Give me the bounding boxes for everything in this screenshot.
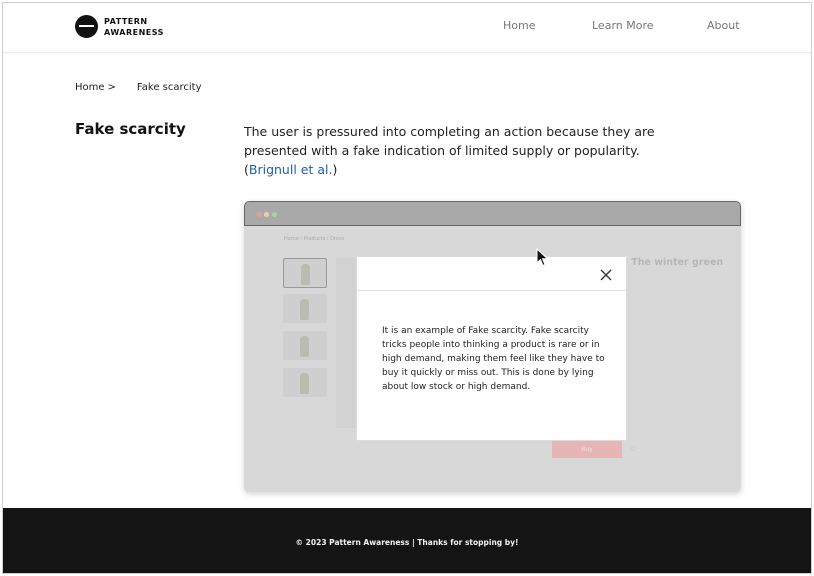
product-thumbnail bbox=[283, 331, 327, 360]
logo-line-1: PATTERN bbox=[104, 16, 148, 26]
site-header: PATTERN AWARENESS Home Learn More About bbox=[3, 3, 811, 53]
product-thumbnail bbox=[283, 368, 327, 397]
footer-text: © 2023 Pattern Awareness | Thanks for st… bbox=[295, 538, 519, 547]
page-title: Fake scarcity bbox=[75, 120, 186, 138]
description-text: The user is pressured into completing an… bbox=[244, 124, 655, 158]
mouse-pointer-icon bbox=[536, 248, 549, 267]
logo-mark-icon bbox=[75, 15, 98, 38]
browser-title-bar bbox=[244, 201, 741, 226]
product-thumbnail bbox=[283, 294, 327, 323]
citation-link[interactable]: Brignull et al. bbox=[249, 162, 333, 177]
pattern-description: The user is pressured into completing an… bbox=[244, 122, 714, 179]
info-modal: It is an example of Fake scarcity. Fake … bbox=[356, 256, 627, 441]
window-maximize-dot-icon bbox=[272, 212, 277, 217]
breadcrumb-separator: > bbox=[107, 82, 116, 93]
nav-learn-more-link[interactable]: Learn More bbox=[592, 19, 654, 32]
breadcrumb: Home > Fake scarcity bbox=[75, 82, 202, 93]
window-close-dot-icon bbox=[257, 212, 262, 217]
close-button[interactable] bbox=[598, 267, 614, 283]
window-minimize-dot-icon bbox=[264, 212, 269, 217]
logo[interactable]: PATTERN AWARENESS bbox=[75, 15, 164, 38]
mock-product-title: - The winter green bbox=[624, 257, 724, 268]
nav-about-link[interactable]: About bbox=[707, 19, 740, 32]
logo-line-2: AWARENESS bbox=[104, 27, 164, 37]
product-thumbnail bbox=[283, 258, 327, 288]
logo-text: PATTERN AWARENESS bbox=[104, 16, 164, 38]
heart-icon: ♡ bbox=[630, 445, 637, 453]
close-icon bbox=[600, 269, 612, 281]
breadcrumb-home-link[interactable]: Home bbox=[75, 82, 105, 93]
modal-header bbox=[357, 257, 626, 291]
mock-breadcrumb: Home / Products / Dress bbox=[284, 236, 345, 242]
mock-buy-button: Buy bbox=[552, 441, 622, 458]
modal-body-text: It is an example of Fake scarcity. Fake … bbox=[382, 326, 605, 392]
citation-close-paren: ) bbox=[332, 162, 338, 177]
nav-home-link[interactable]: Home bbox=[503, 19, 535, 32]
page: PATTERN AWARENESS Home Learn More About … bbox=[2, 2, 812, 574]
site-footer: © 2023 Pattern Awareness | Thanks for st… bbox=[3, 508, 811, 573]
breadcrumb-current: Fake scarcity bbox=[136, 82, 202, 93]
